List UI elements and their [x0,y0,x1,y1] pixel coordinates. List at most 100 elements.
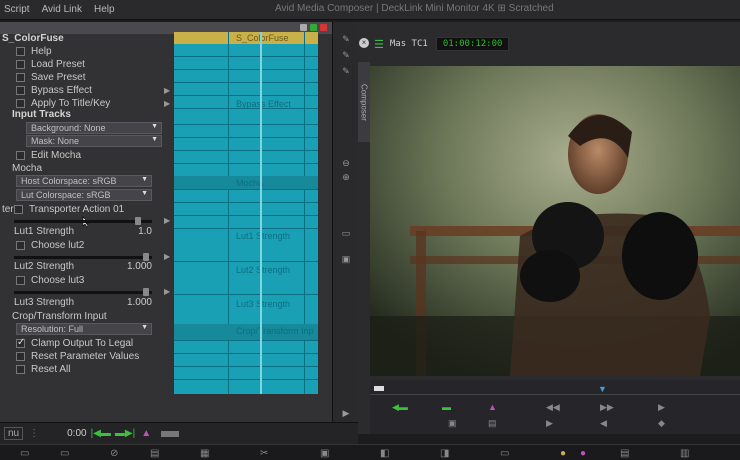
choose-lut2-checkbox[interactable] [16,241,25,250]
save-preset-row[interactable]: Save Preset [0,71,172,84]
panel-minimize-icon[interactable] [300,24,307,31]
mark-in-icon[interactable]: ◀▬ [392,402,408,413]
tool-icon[interactable]: ⊘ [110,448,118,459]
splice-icon[interactable]: ▣ [448,418,457,429]
lut1-slider-knob[interactable] [135,217,141,225]
edit-icon[interactable]: ✎ [340,50,352,61]
overwrite-icon[interactable]: ▤ [488,418,497,429]
resolution-select[interactable]: Resolution: Full ▼ [16,323,152,335]
lut3-slider-knob[interactable] [143,288,149,296]
choose-lut3-checkbox[interactable] [16,276,25,285]
help-checkbox[interactable] [16,47,25,56]
color-tool-icon[interactable]: ● [580,448,586,459]
tool-icon[interactable]: ▭ [60,448,69,459]
clamp-output-checkbox[interactable] [16,337,25,348]
lut-colorspace-select[interactable]: Lut Colorspace: sRGB ▼ [16,189,152,201]
keyframe-back-icon[interactable]: |◀▬ [91,428,111,439]
bypass-expand-icon[interactable]: ▶ [164,86,170,95]
lut2-strength-value[interactable]: 1.000 [127,261,152,272]
position-marker-icon[interactable]: ▼ [598,384,607,394]
zoom-out-icon[interactable]: ⊖ [340,158,352,169]
zoom-slider[interactable] [161,430,180,437]
load-preset-row[interactable]: Load Preset [0,58,172,71]
edit-mocha-row[interactable]: Edit Mocha [0,149,172,162]
menu-help[interactable]: Help [94,4,115,15]
menu-script[interactable]: Script [4,4,30,15]
tool-icon[interactable]: ▭ [20,448,29,459]
choose-lut3-row[interactable]: Choose lut3 [0,274,172,287]
tool-icon[interactable]: ▥ [680,448,689,459]
render-icon[interactable]: ▣ [340,254,352,265]
add-marker-icon[interactable]: ▲ [488,402,497,412]
tool-icon[interactable]: ▣ [320,448,329,459]
position-indicator[interactable] [374,386,384,391]
host-colorspace-select[interactable]: Host Colorspace: sRGB ▼ [16,175,152,187]
lut1-expand-icon[interactable]: ▶ [164,216,170,225]
apply-title-expand-icon[interactable]: ▶ [164,99,170,108]
reset-params-checkbox[interactable] [16,352,25,361]
lut3-expand-icon[interactable]: ▶ [164,287,170,296]
grid-icon[interactable]: ▦ [200,448,209,459]
bypass-effect-checkbox[interactable] [16,86,25,95]
clamp-output-label: Clamp Output To Legal [31,338,134,349]
save-preset-checkbox[interactable] [16,73,25,82]
lut1-strength-value[interactable]: 1.0 [138,226,152,237]
playhead[interactable] [260,32,262,394]
tool-icon[interactable]: ▤ [620,448,629,459]
close-icon[interactable]: × [359,38,369,48]
timecode-display[interactable]: 01:00:12:00 [435,37,510,51]
play-icon[interactable]: ▶ [546,418,553,429]
color-tool-icon[interactable]: ● [560,448,566,459]
tool-icon[interactable]: ▤ [150,448,159,459]
edit-icon[interactable]: ✎ [340,66,352,77]
lut2-strength-slider[interactable] [14,253,152,261]
keyframe-forward-icon[interactable]: ▬▶| [115,428,135,439]
step-forward-icon[interactable]: ▶▶ [600,402,614,413]
lift-icon[interactable]: ◀ [600,418,607,429]
load-preset-checkbox[interactable] [16,60,25,69]
lut3-strength-slider[interactable] [14,288,152,296]
menu-grid-icon[interactable]: ☰ [374,38,384,51]
nav-field[interactable]: nu [4,427,24,440]
edit-mocha-checkbox[interactable] [16,151,25,160]
composer-tab[interactable]: Composer [358,62,370,142]
edit-icon[interactable]: ✎ [340,34,352,45]
choose-lut2-row[interactable]: Choose lut2 [0,239,172,252]
reset-params-row[interactable]: Reset Parameter Values [0,350,172,363]
tool-icon[interactable]: ◨ [440,448,449,459]
position-bar[interactable] [370,394,740,395]
transporter-checkbox[interactable] [14,205,23,214]
keyframe-track-area[interactable]: S_ColorFuse Bypass Effect Mocha Lut1 Str… [174,32,318,394]
tool-icon[interactable]: ◧ [380,448,389,459]
clamp-output-row[interactable]: Clamp Output To Legal [0,337,172,350]
reset-all-row[interactable]: Reset All [0,363,172,376]
step-back-icon[interactable]: ◀◀ [546,402,560,413]
mask-select[interactable]: Mask: None ▼ [26,135,162,147]
lut3-strength-value[interactable]: 1.000 [127,297,152,308]
lut1-strength-slider[interactable] [14,217,152,225]
next-icon[interactable]: ▶ [658,402,665,413]
scroll-right-icon[interactable]: ▶ [340,408,352,419]
apply-title-checkbox[interactable] [16,99,25,108]
transporter-row[interactable]: ter Transporter Action 01 [0,203,172,216]
time-display[interactable]: 0:00 [67,428,86,439]
zoom-in-icon[interactable]: ⊕ [340,172,352,183]
video-image [370,66,740,376]
effect-name-header[interactable]: S_ColorFuse [0,32,172,45]
cut-icon[interactable]: ✂ [260,448,268,459]
hq-icon[interactable]: ▭ [340,228,352,239]
video-frame[interactable] [370,66,740,376]
add-keyframe-icon[interactable]: ▲ [141,428,151,439]
panel-close-icon[interactable] [320,24,327,31]
menu-avid-link[interactable]: Avid Link [42,4,82,15]
extract-icon[interactable]: ◆ [658,418,665,429]
chevron-down-icon: ▼ [141,176,148,183]
background-select[interactable]: Background: None ▼ [26,122,162,134]
mark-clip-icon[interactable]: ▬ [442,402,451,412]
panel-zoom-icon[interactable] [310,24,317,31]
help-row[interactable]: Help [0,45,172,58]
bypass-effect-row[interactable]: Bypass Effect [0,84,172,97]
reset-all-checkbox[interactable] [16,365,25,374]
monitor-name[interactable]: Mas TC1 [390,39,428,49]
tool-icon[interactable]: ▭ [500,448,509,459]
